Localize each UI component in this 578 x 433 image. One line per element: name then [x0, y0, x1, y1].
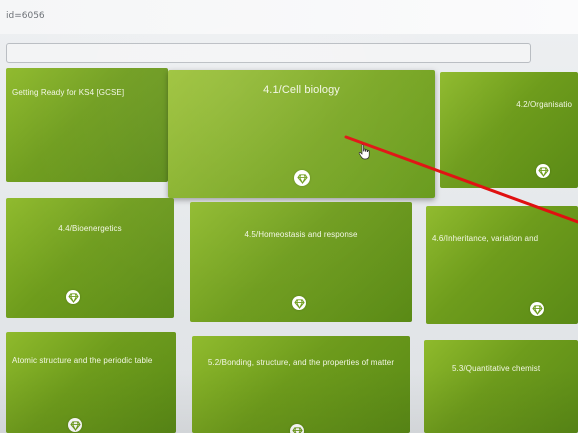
course-tile-quantitative-chemistry[interactable]: 5.3/Quantitative chemist	[424, 340, 578, 433]
course-tile-homeostasis[interactable]: 4.5/Homeostasis and response	[190, 202, 412, 322]
diamond-icon	[530, 302, 544, 316]
course-tile-bonding[interactable]: 5.2/Bonding, structure, and the properti…	[192, 336, 410, 433]
url-text[interactable]: id=6056	[6, 11, 45, 21]
diamond-icon	[68, 418, 82, 432]
diamond-icon	[536, 164, 550, 178]
course-tile-cell-biology[interactable]: 4.1/Cell biology	[168, 70, 435, 198]
diamond-icon	[290, 424, 304, 433]
browser-address-area: id=6056	[0, 0, 578, 34]
course-tile-atomic-structure[interactable]: Atomic structure and the periodic table	[6, 332, 176, 433]
tile-title: Atomic structure and the periodic table	[12, 356, 153, 365]
course-tile-organisation[interactable]: 4.2/Organisatio	[440, 72, 578, 188]
tile-title: 4.1/Cell biology	[263, 84, 340, 96]
diamond-icon	[292, 296, 306, 310]
search-input[interactable]	[6, 43, 531, 63]
hand-cursor-icon	[358, 144, 370, 160]
tile-title: 4.6/Inheritance, variation and	[432, 234, 539, 243]
course-tile-bioenergetics[interactable]: 4.4/Bioenergetics	[6, 198, 174, 318]
diamond-icon	[294, 170, 310, 186]
tile-title: 4.4/Bioenergetics	[58, 224, 122, 233]
tile-title: 4.2/Organisatio	[516, 100, 572, 109]
course-tile-inheritance[interactable]: 4.6/Inheritance, variation and	[426, 206, 578, 324]
tile-title: Getting Ready for KS4 [GCSE]	[12, 88, 125, 97]
tile-title: 5.2/Bonding, structure, and the properti…	[207, 358, 395, 367]
diamond-icon	[66, 290, 80, 304]
tile-title: 5.3/Quantitative chemist	[452, 364, 541, 373]
tile-title: 4.5/Homeostasis and response	[244, 230, 358, 239]
course-tile-getting-ready[interactable]: Getting Ready for KS4 [GCSE]	[6, 68, 168, 182]
screen: id=6056 Getting Ready for KS4 [GCSE] 4.1…	[0, 0, 578, 433]
